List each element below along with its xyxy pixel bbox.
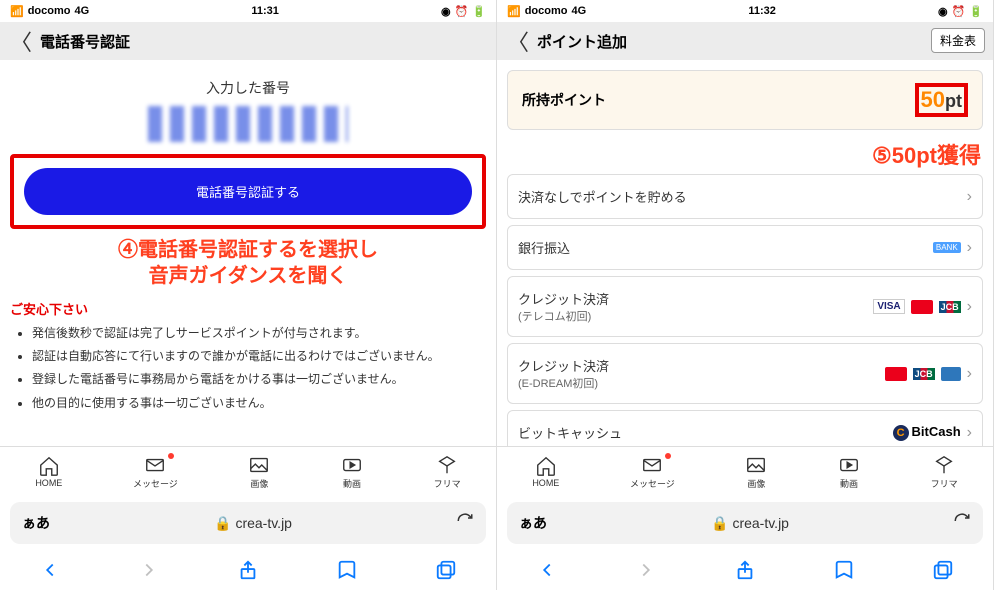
jcb-icon: JCB: [913, 368, 935, 380]
page-title: 電話番号認証: [40, 31, 130, 52]
tab-home[interactable]: HOME: [35, 455, 62, 488]
text-size-button[interactable]: ぁあ: [519, 513, 547, 533]
notification-dot: [168, 453, 174, 459]
chevron-right-icon: ›: [967, 298, 972, 316]
safety-item: 発信後数秒で認証は完了しサービスポイントが付与されます。: [32, 324, 486, 343]
clock: 11:32: [748, 5, 776, 17]
bitcash-icon: BitCash: [893, 424, 961, 441]
notification-dot: [665, 453, 671, 459]
safety-item: 登録した電話番号に事務局から電話をかける事は一切ございません。: [32, 370, 486, 389]
reload-icon[interactable]: [953, 512, 971, 535]
tabs-icon[interactable]: [932, 559, 954, 581]
status-bar: 📶 docomo 4G 11:32 ◉ ⏰ 🔋: [497, 0, 993, 22]
nav-back-icon[interactable]: [39, 559, 61, 581]
annotation-box-5: 50pt: [915, 83, 968, 117]
bank-icon: BANK: [933, 242, 961, 253]
visa-icon: VISA: [873, 299, 904, 314]
amex-icon: [941, 367, 961, 381]
lock-icon: 🔒: [214, 515, 231, 532]
back-icon[interactable]: 〈: [507, 25, 529, 57]
text-size-button[interactable]: ぁあ: [22, 513, 50, 533]
safety-item: 他の目的に使用する事は一切ございません。: [32, 394, 486, 413]
alarm-icon: ⏰: [952, 5, 966, 18]
clock: 11:31: [251, 5, 279, 17]
safety-item: 認証は自動応答にて行いますので誰かが電話に出るわけではございません。: [32, 347, 486, 366]
pay-row-credit-telecom[interactable]: クレジット決済(テレコム初回)VISAJCB›: [507, 276, 983, 337]
safari-url-bar[interactable]: ぁあ 🔒crea-tv.jp: [10, 502, 486, 544]
safari-toolbar: [497, 550, 993, 590]
indicator-icon: ◉: [938, 5, 948, 18]
chevron-right-icon: ›: [967, 188, 972, 206]
signal-icon: 📶: [10, 5, 24, 18]
input-number-label: 入力した番号: [10, 78, 486, 98]
battery-icon: 🔋: [472, 5, 486, 18]
annotation-box-4: 電話番号認証する: [10, 154, 486, 229]
tab-flea[interactable]: フリマ: [434, 454, 461, 490]
tab-bar: HOME メッセージ 画像 動画 フリマ: [497, 446, 993, 496]
nav-forward-icon: [138, 559, 160, 581]
phone-right: 📶 docomo 4G 11:32 ◉ ⏰ 🔋 〈 ポイント追加 料金表 所持ポ…: [497, 0, 994, 590]
tab-video[interactable]: 動画: [838, 454, 860, 490]
points-balance-row: 所持ポイント 50pt: [507, 70, 983, 130]
status-bar: 📶 docomo 4G 11:31 ◉ ⏰ 🔋: [0, 0, 496, 22]
auth-button[interactable]: 電話番号認証する: [24, 168, 472, 215]
share-icon[interactable]: [237, 559, 259, 581]
phone-left: 📶 docomo 4G 11:31 ◉ ⏰ 🔋 〈 電話番号認証 入力した番号 …: [0, 0, 497, 590]
battery-icon: 🔋: [969, 5, 983, 18]
share-icon[interactable]: [734, 559, 756, 581]
rate-table-button[interactable]: 料金表: [931, 28, 985, 53]
chevron-right-icon: ›: [967, 239, 972, 257]
reload-icon[interactable]: [456, 512, 474, 535]
page-header: 〈 電話番号認証: [0, 22, 496, 60]
safety-heading: ご安心下さい: [10, 299, 486, 318]
tab-flea[interactable]: フリマ: [931, 454, 958, 490]
points-value: 50: [921, 87, 945, 112]
nav-back-icon[interactable]: [536, 559, 558, 581]
pay-row-bitcash[interactable]: ビットキャッシュBitCash›: [507, 410, 983, 446]
page-header: 〈 ポイント追加 料金表: [497, 22, 993, 60]
tab-image[interactable]: 画像: [745, 454, 767, 490]
tab-bar: HOME メッセージ 画像 動画 フリマ: [0, 446, 496, 496]
annotation-text-4: ④電話番号認証するを選択し 音声ガイダンスを聞く: [10, 237, 486, 289]
network: 4G: [74, 5, 89, 17]
tab-image[interactable]: 画像: [248, 454, 270, 490]
back-icon[interactable]: 〈: [10, 25, 32, 57]
carrier: docomo: [28, 5, 71, 17]
tab-message[interactable]: メッセージ: [630, 454, 675, 490]
pay-row-nopay[interactable]: 決済なしでポイントを貯める›: [507, 174, 983, 219]
alarm-icon: ⏰: [455, 5, 469, 18]
safari-toolbar: [0, 550, 496, 590]
signal-icon: 📶: [507, 5, 521, 18]
tabs-icon[interactable]: [435, 559, 457, 581]
jcb-icon: JCB: [939, 301, 961, 313]
phone-number-blurred: [148, 106, 348, 142]
chevron-right-icon: ›: [967, 365, 972, 383]
tab-video[interactable]: 動画: [341, 454, 363, 490]
url-domain: crea-tv.jp: [732, 515, 789, 531]
payment-methods-list: 決済なしでポイントを貯める› 銀行振込BANK› クレジット決済(テレコム初回)…: [507, 174, 983, 446]
points-unit: pt: [945, 91, 962, 111]
nav-forward-icon: [635, 559, 657, 581]
mastercard-icon: [885, 367, 907, 381]
tab-message[interactable]: メッセージ: [133, 454, 178, 490]
url-domain: crea-tv.jp: [235, 515, 292, 531]
bookmarks-icon[interactable]: [336, 559, 358, 581]
bookmarks-icon[interactable]: [833, 559, 855, 581]
annotation-text-5: ⑤50pt獲得: [509, 138, 981, 170]
chevron-right-icon: ›: [967, 424, 972, 442]
safari-url-bar[interactable]: ぁあ 🔒crea-tv.jp: [507, 502, 983, 544]
carrier: docomo: [525, 5, 568, 17]
safety-list: 発信後数秒で認証は完了しサービスポイントが付与されます。 認証は自動応答にて行い…: [10, 324, 486, 413]
tab-home[interactable]: HOME: [532, 455, 559, 488]
pay-row-credit-edream[interactable]: クレジット決済(E-DREAM初回)JCB›: [507, 343, 983, 404]
pay-row-bank[interactable]: 銀行振込BANK›: [507, 225, 983, 270]
indicator-icon: ◉: [441, 5, 451, 18]
network: 4G: [571, 5, 586, 17]
mastercard-icon: [911, 300, 933, 314]
lock-icon: 🔒: [711, 515, 728, 532]
page-title: ポイント追加: [537, 31, 627, 52]
points-label: 所持ポイント: [522, 90, 606, 110]
